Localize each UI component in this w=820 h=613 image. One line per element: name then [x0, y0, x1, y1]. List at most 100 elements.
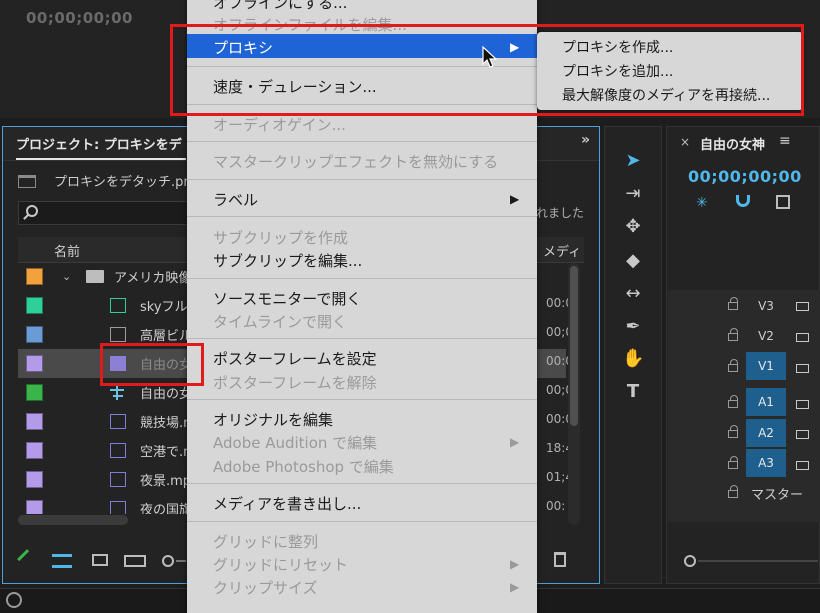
annotation-highlight-proxy: [170, 24, 804, 116]
lock-icon[interactable]: [728, 297, 738, 310]
trash-icon[interactable]: [554, 552, 566, 567]
video-clip-icon: [110, 414, 126, 429]
snap-icon[interactable]: ✳: [696, 195, 708, 211]
project-scroll-thumb[interactable]: [570, 266, 578, 426]
mute-icon[interactable]: [796, 430, 809, 439]
menu-item-edit-audition: Adobe Audition で編集: [213, 434, 378, 452]
camera-icon[interactable]: [796, 302, 809, 311]
video-clip-icon: [110, 501, 126, 514]
sequence-icon: [110, 385, 126, 400]
track-v3[interactable]: V3: [746, 292, 786, 320]
zoom-slider-handle[interactable]: [162, 555, 174, 567]
close-icon[interactable]: ×: [680, 135, 690, 149]
track-select-tool-icon[interactable]: ⇥: [622, 183, 644, 205]
audio-clip-icon: [110, 298, 126, 313]
menu-item-grid-align: グリッドに整列: [213, 533, 319, 551]
menu-item-make-subclip: サブクリップを作成: [213, 229, 349, 247]
project-tab-title[interactable]: プロジェクト: プロキシをデ: [16, 134, 182, 153]
panel-menu-icon[interactable]: ≡: [779, 133, 791, 149]
menu-separator: [187, 338, 537, 339]
row-media-duration: 00:0: [546, 499, 566, 513]
pen-tool-icon[interactable]: ✒: [622, 316, 644, 338]
camera-icon[interactable]: [796, 364, 809, 373]
label-color-chip[interactable]: [26, 442, 43, 459]
menu-item-edit-original[interactable]: オリジナルを編集: [213, 409, 333, 430]
submenu-arrow-icon: ▶: [510, 192, 520, 206]
project-horizontal-scrollbar[interactable]: [18, 515, 128, 525]
label-color-chip[interactable]: [26, 471, 43, 488]
label-color-chip[interactable]: [26, 384, 43, 401]
label-color-chip[interactable]: [26, 297, 43, 314]
razor-tool-icon[interactable]: ◆: [622, 250, 644, 272]
track-a1[interactable]: A1: [746, 388, 786, 416]
label-color-chip[interactable]: [26, 326, 43, 343]
track-v2[interactable]: V2: [746, 322, 786, 350]
project-file-name: プロキシをデタッチ.pr: [54, 175, 189, 190]
sequence-clip-icon: [110, 327, 126, 342]
freeform-view-icon[interactable]: [124, 555, 146, 567]
hand-tool-icon[interactable]: ✋: [622, 348, 644, 370]
annotation-highlight-clip: [100, 343, 204, 386]
column-header-name[interactable]: 名前: [54, 241, 80, 260]
selection-tool-icon[interactable]: ➤: [622, 150, 644, 172]
project-search-input[interactable]: [18, 201, 198, 225]
track-a2[interactable]: A2: [746, 419, 786, 447]
panel-overflow-button[interactable]: »: [581, 132, 590, 148]
lock-icon[interactable]: [728, 456, 738, 469]
program-timecode: 00;00;00;00: [26, 9, 133, 27]
ripple-edit-tool-icon[interactable]: ✥: [622, 216, 644, 238]
list-view-icon[interactable]: [52, 554, 72, 568]
timeline-timecode[interactable]: 00;00;00;00: [688, 167, 802, 186]
menu-item-open-timeline: タイムラインで開く: [213, 313, 347, 331]
active-tab-underline: [16, 158, 186, 160]
submenu-arrow-icon: ▶: [510, 580, 520, 594]
menu-item-export-media[interactable]: メディアを書き出し...: [213, 493, 361, 514]
menu-item-clear-poster: ポスターフレームを解除: [213, 374, 377, 392]
menu-item-clip-size: クリップサイズ: [213, 579, 318, 597]
linked-selection-icon[interactable]: [776, 195, 790, 209]
menu-item-label[interactable]: ラベル: [213, 189, 258, 210]
lock-icon[interactable]: [728, 395, 738, 408]
mute-icon[interactable]: [796, 400, 809, 409]
menu-separator: [187, 179, 537, 180]
camera-icon[interactable]: [796, 333, 809, 342]
menu-separator: [187, 399, 537, 400]
menu-separator: [187, 483, 537, 484]
lock-icon[interactable]: [728, 485, 738, 498]
menu-separator: [187, 278, 537, 279]
lock-icon[interactable]: [728, 359, 738, 372]
video-clip-icon: [110, 443, 126, 458]
submenu-arrow-icon: ▶: [510, 557, 520, 571]
menu-item-audio-gain: オーディオゲイン...: [213, 116, 346, 134]
master-track-label: マスター: [751, 488, 804, 503]
mute-icon[interactable]: [796, 461, 809, 470]
label-color-chip[interactable]: [26, 268, 43, 285]
lock-icon[interactable]: [728, 328, 738, 341]
menu-item-edit-photoshop: Adobe Photoshop で編集: [213, 458, 394, 476]
label-color-chip[interactable]: [26, 500, 43, 514]
menu-item-open-source[interactable]: ソースモニターで開く: [213, 288, 361, 309]
menu-separator: [187, 141, 537, 142]
type-tool-icon[interactable]: T: [622, 381, 644, 403]
menu-separator: [187, 216, 537, 217]
track-a3[interactable]: A3: [746, 449, 786, 477]
mouse-cursor-icon: [482, 46, 498, 68]
timeline-zoom-handle[interactable]: [684, 555, 696, 567]
creative-cloud-icon[interactable]: [6, 592, 22, 608]
menu-item-disable-master: マスタークリップエフェクトを無効にする: [213, 153, 499, 171]
lock-icon[interactable]: [728, 425, 738, 438]
menu-item-edit-subclip[interactable]: サブクリップを編集...: [213, 250, 362, 271]
menu-item-set-poster[interactable]: ポスターフレームを設定: [213, 348, 377, 369]
icon-view-icon[interactable]: [92, 554, 108, 566]
menu-separator: [187, 521, 537, 522]
slip-tool-icon[interactable]: ↔: [622, 283, 644, 305]
zoom-slider-track[interactable]: [176, 560, 186, 562]
menu-item-offline[interactable]: オフラインにする...: [213, 0, 347, 13]
timeline-zoom-track[interactable]: [698, 560, 818, 562]
label-color-chip[interactable]: [26, 355, 43, 372]
timeline-sequence-name[interactable]: 自由の女神: [700, 134, 765, 153]
chevron-down-icon[interactable]: ⌄: [62, 270, 71, 283]
label-color-chip[interactable]: [26, 413, 43, 430]
column-header-media[interactable]: メディ: [543, 241, 581, 260]
track-v1[interactable]: V1: [746, 352, 786, 380]
